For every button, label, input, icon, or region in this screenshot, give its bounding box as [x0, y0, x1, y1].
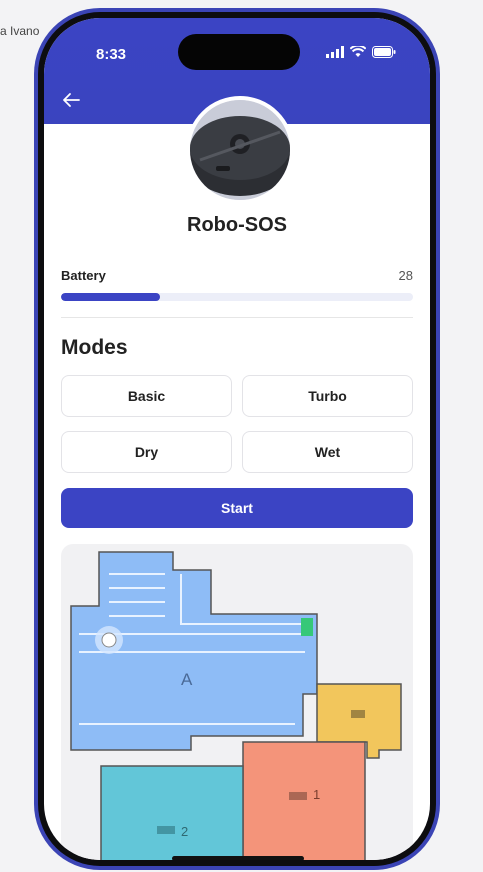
- back-button[interactable]: [62, 88, 80, 114]
- mode-basic-button[interactable]: Basic: [61, 375, 232, 417]
- wifi-icon: [350, 46, 366, 57]
- battery-status-icon: [372, 46, 396, 58]
- status-icons: [326, 46, 396, 58]
- battery-value: 28: [398, 268, 413, 283]
- modes-title: Modes: [61, 336, 128, 359]
- robot-vacuum-icon: [190, 100, 290, 200]
- room-a-label: A: [181, 670, 193, 689]
- dock-station: [301, 618, 313, 636]
- app-screen: 8:33 Robo-SOS Battery 28 Modes Basic Tur…: [44, 18, 430, 860]
- home-indicator: [172, 856, 304, 860]
- room-2-label: 2: [181, 824, 189, 839]
- battery-progress-fill: [61, 293, 160, 301]
- phone-frame: 8:33 Robo-SOS Battery 28 Modes Basic Tur…: [34, 8, 440, 870]
- dynamic-island: [178, 34, 300, 70]
- room-1: [242, 741, 366, 860]
- background-label: a Ivano: [0, 24, 40, 38]
- signal-icon: [326, 46, 344, 58]
- mode-turbo-button[interactable]: Turbo: [242, 375, 413, 417]
- arrow-left-icon: [63, 93, 80, 107]
- mode-dry-button[interactable]: Dry: [61, 431, 232, 473]
- cleaning-map[interactable]: A 1 2: [61, 544, 413, 860]
- battery-label: Battery: [61, 268, 106, 283]
- battery-progress-track: [61, 293, 413, 301]
- phone-bezel: 8:33 Robo-SOS Battery 28 Modes Basic Tur…: [38, 12, 436, 866]
- battery-row: Battery 28: [61, 268, 413, 283]
- start-button[interactable]: Start: [61, 488, 413, 528]
- mode-grid: Basic Turbo Dry Wet: [61, 375, 413, 473]
- status-time: 8:33: [96, 46, 127, 63]
- mode-wet-button[interactable]: Wet: [242, 431, 413, 473]
- divider: [61, 317, 413, 318]
- device-name: Robo-SOS: [187, 214, 287, 236]
- room-1-label: 1: [313, 787, 321, 802]
- robot-avatar: [186, 96, 294, 204]
- floor-map: [70, 551, 402, 860]
- room-2: [100, 765, 244, 860]
